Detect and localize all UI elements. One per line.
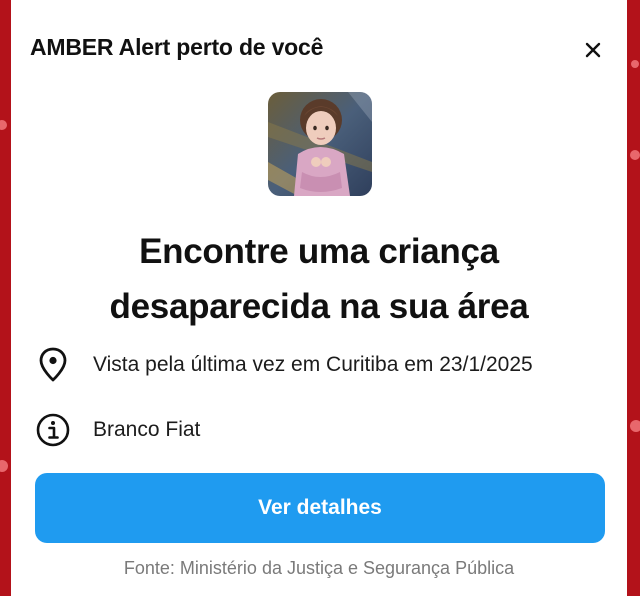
headline-line-1: Encontre uma criança [139,232,499,271]
close-button[interactable] [581,38,605,62]
vehicle-text: Branco Fiat [93,418,201,441]
background-dot [0,120,7,130]
info-icon [35,412,71,448]
child-photo [268,92,372,196]
source-text: Fonte: Ministério da Justiça e Segurança… [123,558,515,578]
alert-title: AMBER Alert perto de você [30,34,324,60]
background-dot [630,420,640,432]
last-seen-text: Vista pela última vez em Curitiba em 23/… [93,353,533,376]
amber-alert-card: AMBER Alert perto de você Encontre uma c… [11,0,627,596]
location-pin-icon [35,347,71,383]
headline-line-2: desaparecida na sua área [109,287,529,326]
last-seen-row: Vista pela última vez em Curitiba em 23/… [35,345,533,385]
background-dot [631,60,639,68]
headline: Encontre uma criança desaparecida na sua… [11,224,627,334]
vehicle-row: Branco Fiat [35,410,200,450]
background-dot [0,460,8,472]
close-icon [585,42,601,58]
background-dot [630,150,640,160]
view-details-button[interactable]: Ver detalhes [35,473,605,543]
